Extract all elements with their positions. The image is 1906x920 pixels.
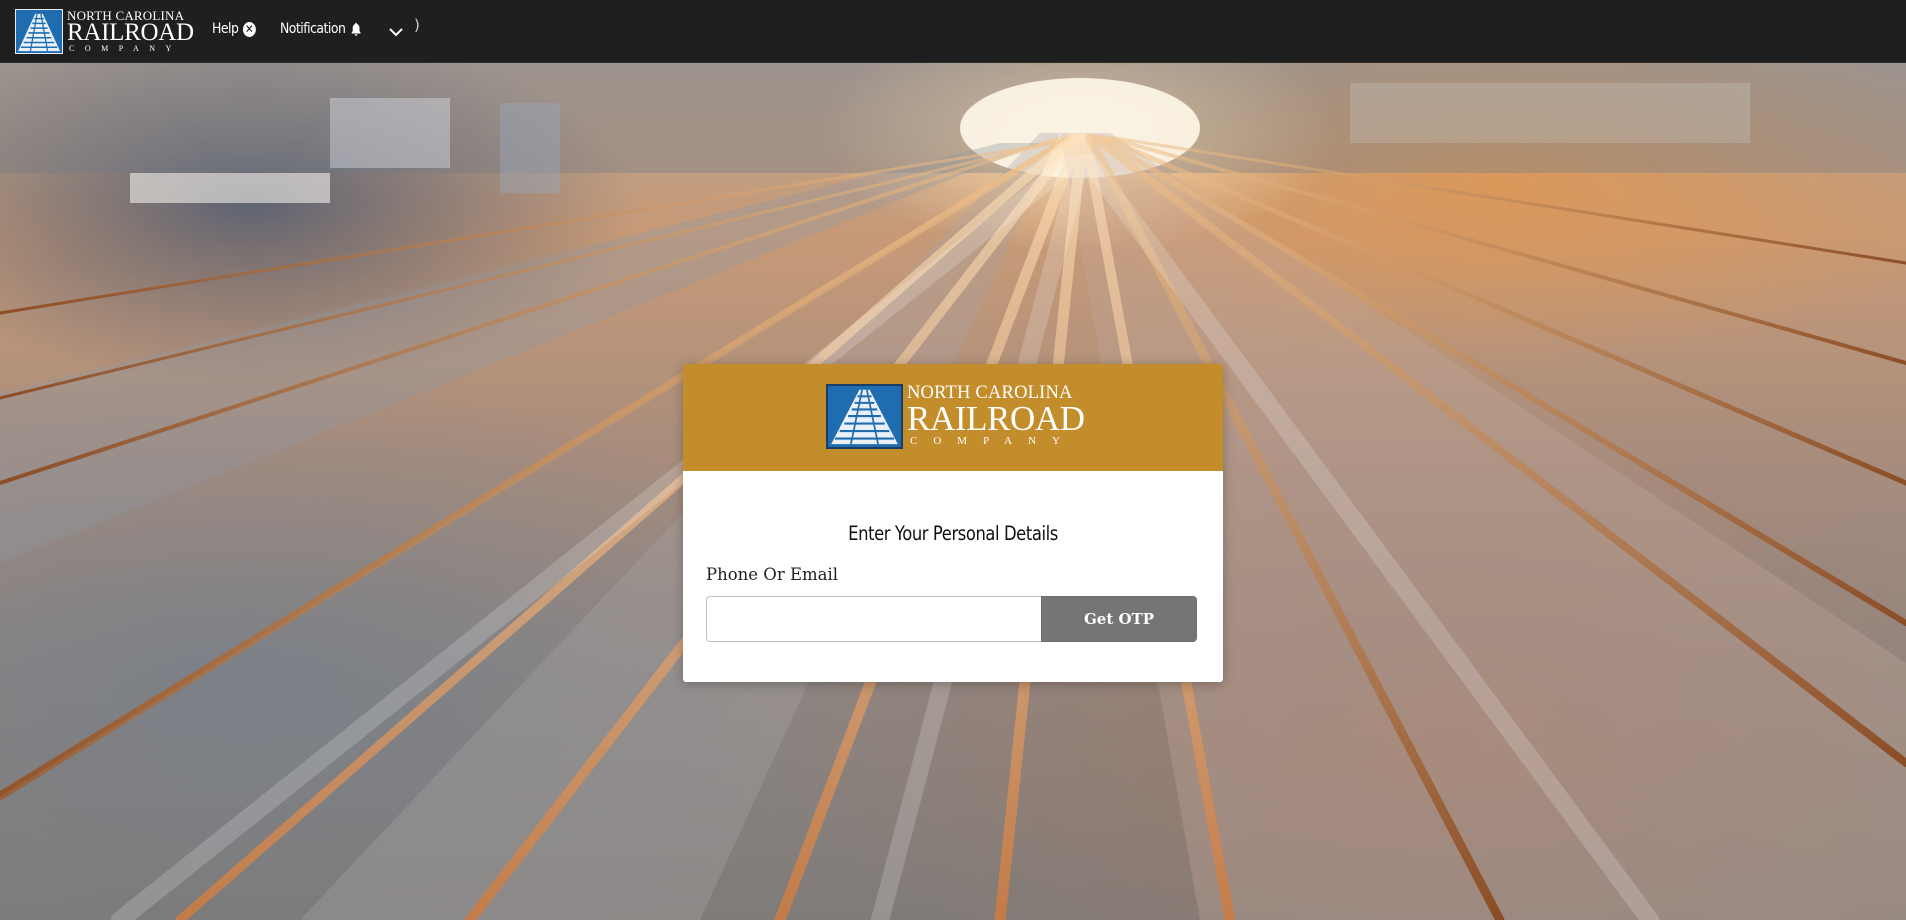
card-brand-line-2: RAILROAD (907, 399, 1085, 438)
notification-menu-link[interactable]: Notification (280, 21, 363, 37)
stray-glyph: ) (414, 16, 420, 34)
help-menu-link[interactable]: Help ✕ (212, 21, 256, 37)
card-brand-logo: NORTH CAROLINA RAILROAD COMPANY (826, 384, 1085, 449)
notification-label: Notification (280, 21, 346, 37)
otp-login-card: NORTH CAROLINA RAILROAD COMPANY Enter Yo… (683, 364, 1223, 682)
card-brand-line-3: COMPANY (910, 435, 1077, 447)
bell-icon (351, 22, 361, 36)
card-brand-wordmark: NORTH CAROLINA RAILROAD COMPANY (907, 384, 1085, 449)
brand-line-2: RAILROAD (67, 19, 194, 46)
circle-x-icon: ✕ (242, 21, 256, 37)
get-otp-button[interactable]: Get OTP (1041, 596, 1197, 642)
top-navbar: NORTH CAROLINA RAILROAD COMPANY Help ✕ N… (0, 0, 1906, 63)
brand-line-3: COMPANY (69, 44, 182, 53)
brand-wordmark: NORTH CAROLINA RAILROAD COMPANY (67, 9, 194, 54)
railroad-track-logo-icon (826, 384, 903, 449)
brand-logo-link[interactable]: NORTH CAROLINA RAILROAD COMPANY (15, 9, 194, 54)
chevron-down-icon[interactable] (386, 24, 406, 40)
phone-or-email-input[interactable] (706, 596, 1042, 642)
phone-or-email-label: Phone Or Email (706, 565, 839, 584)
railroad-track-logo-icon (15, 9, 63, 54)
help-label: Help (212, 21, 239, 37)
card-header: NORTH CAROLINA RAILROAD COMPANY (683, 364, 1223, 471)
form-title: Enter Your Personal Details (848, 522, 1058, 545)
